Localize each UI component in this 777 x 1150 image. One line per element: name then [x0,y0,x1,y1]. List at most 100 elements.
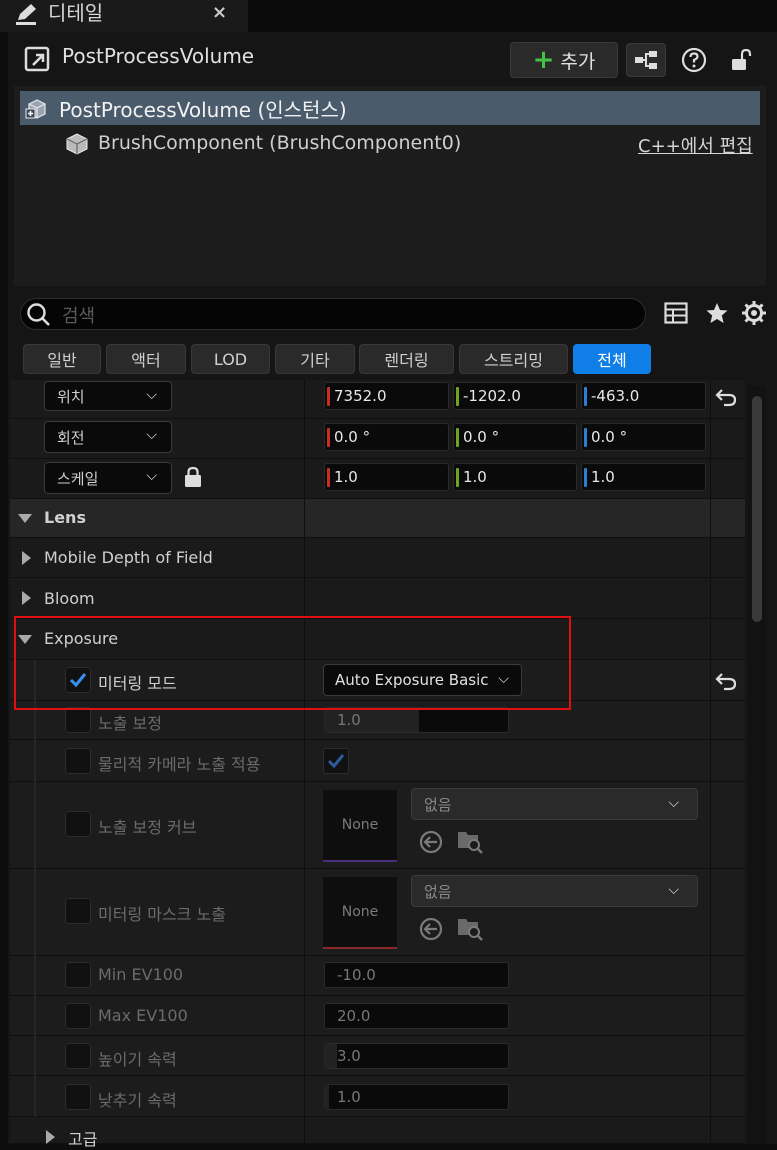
section-lens-header[interactable] [10,499,745,538]
rotation-x-field[interactable]: 0.0 ° [324,423,449,451]
name-value-divider [304,380,305,1144]
search-input[interactable] [20,298,646,330]
chevron-down-icon: ⌵ [146,387,157,403]
help-button[interactable] [674,43,714,77]
browse-asset-icon[interactable] [456,828,484,854]
x-axis-bar [327,428,330,447]
scale-dropdown[interactable]: 스케일 ⌵ [44,462,172,494]
scale-x-value: 1.0 [334,468,358,486]
chevron-down-icon: ⌵ [668,882,679,898]
scale-y-field[interactable]: 1.0 [453,463,577,491]
use-selected-asset-icon[interactable] [418,916,444,942]
y-axis-bar [456,468,459,487]
tree-root-label: PostProcessVolume (인스턴스) [59,98,347,122]
location-y-value: -1202.0 [463,387,521,405]
blueprint-icon [635,51,657,69]
tab-title: 디테일 [48,1,104,25]
filter-streaming[interactable]: 스트리밍 [459,344,568,374]
add-component-button[interactable]: + 추가 [510,42,618,78]
use-selected-asset-icon[interactable] [418,829,444,855]
location-label: 위치 [57,387,85,406]
location-x-field[interactable]: 7352.0 [324,382,449,410]
lock-button[interactable] [722,43,762,77]
edit-in-cpp-link[interactable]: C++에서 편집 [638,132,753,158]
filter-general[interactable]: 일반 [23,344,101,374]
max-ev-checkbox[interactable] [65,1003,91,1029]
speed-up-field[interactable]: 3.0 [324,1043,509,1069]
rotation-z-field[interactable]: 0.0 ° [581,423,706,451]
browse-asset-icon[interactable] [456,915,484,941]
rotation-y-field[interactable]: 0.0 ° [453,423,577,451]
min-ev-value: -10.0 [337,966,376,984]
gear-icon [742,301,766,325]
expanded-arrow-icon [18,514,32,523]
exposure-compensation-checkbox[interactable] [65,707,91,733]
compensation-curve-thumbnail[interactable]: None [323,790,397,862]
check-icon [327,754,345,769]
chevron-down-icon: ⌵ [668,795,679,811]
filter-rendering[interactable]: 렌더링 [359,344,454,374]
settings-button[interactable] [734,296,774,330]
tree-child-label: BrushComponent (BrushComponent0) [98,132,462,154]
physical-camera-checkbox[interactable] [323,748,349,774]
speed-down-checkbox[interactable] [65,1084,91,1110]
reset-to-default-icon[interactable] [714,386,738,408]
speed-down-field[interactable]: 1.0 [324,1084,509,1110]
speed-up-label: 높이기 속력 [98,1050,177,1069]
metering-mask-asset-dropdown[interactable]: 없음 ⌵ [411,875,698,907]
scrollbar-thumb[interactable] [752,396,762,622]
star-icon [706,303,728,323]
speed-down-label: 낮추기 속력 [98,1091,177,1110]
collapsed-arrow-icon [22,591,31,605]
details-tab[interactable]: 디테일 × [0,0,248,32]
speed-up-value: 3.0 [337,1047,361,1065]
metering-mask-checkbox[interactable] [65,898,91,924]
unlock-icon [732,48,752,70]
compensation-curve-asset-dropdown[interactable]: 없음 ⌵ [411,788,698,820]
highlight-annotation-box [14,616,571,710]
max-ev-value: 20.0 [337,1007,371,1025]
min-ev-checkbox[interactable] [65,962,91,988]
location-y-field[interactable]: -1202.0 [453,382,577,410]
x-axis-bar [327,468,330,487]
filter-actor[interactable]: 액터 [106,344,186,374]
location-dropdown[interactable]: 위치 ⌵ [44,381,172,411]
scale-z-field[interactable]: 1.0 [581,463,706,491]
compensation-curve-checkbox[interactable] [65,811,91,837]
filter-all[interactable]: 전체 [573,344,651,374]
lock-icon[interactable] [182,466,204,488]
bloom-label: Bloom [44,589,95,608]
max-ev-field[interactable]: 20.0 [324,1003,509,1029]
actor-name: PostProcessVolume [62,44,255,68]
favorites-button[interactable] [697,296,737,330]
reset-to-default-icon[interactable] [714,670,738,692]
collapsed-arrow-icon [46,1130,55,1144]
slider-fill [325,1085,329,1109]
exposure-compensation-value: 1.0 [337,711,361,729]
physical-camera-override-checkbox[interactable] [65,748,91,774]
y-axis-bar [456,428,459,447]
table-view-button[interactable] [656,296,696,330]
scale-y-value: 1.0 [463,468,487,486]
chevron-down-icon: ⌵ [146,427,157,443]
rotation-dropdown[interactable]: 회전 ⌵ [44,421,172,453]
min-ev-field[interactable]: -10.0 [324,962,509,988]
exposure-compensation-field[interactable]: 1.0 [324,707,509,733]
filter-misc[interactable]: 기타 [275,344,355,374]
scale-x-field[interactable]: 1.0 [324,463,449,491]
speed-up-checkbox[interactable] [65,1043,91,1069]
rotation-z-value: 0.0 ° [591,428,628,446]
filter-lod[interactable]: LOD [191,344,270,374]
scale-label: 스케일 [57,469,99,488]
z-axis-bar [584,468,587,487]
y-axis-bar [456,387,459,406]
section-bloom[interactable] [10,578,745,619]
max-ev-label: Max EV100 [98,1006,188,1025]
location-z-field[interactable]: -463.0 [581,382,706,410]
blueprint-button[interactable] [626,43,666,77]
close-icon[interactable]: × [212,2,227,23]
metering-mask-thumbnail[interactable]: None [323,877,397,949]
thumbnail-none-label: None [341,817,379,833]
section-advanced[interactable] [10,1117,745,1144]
advanced-label: 고급 [68,1130,98,1149]
